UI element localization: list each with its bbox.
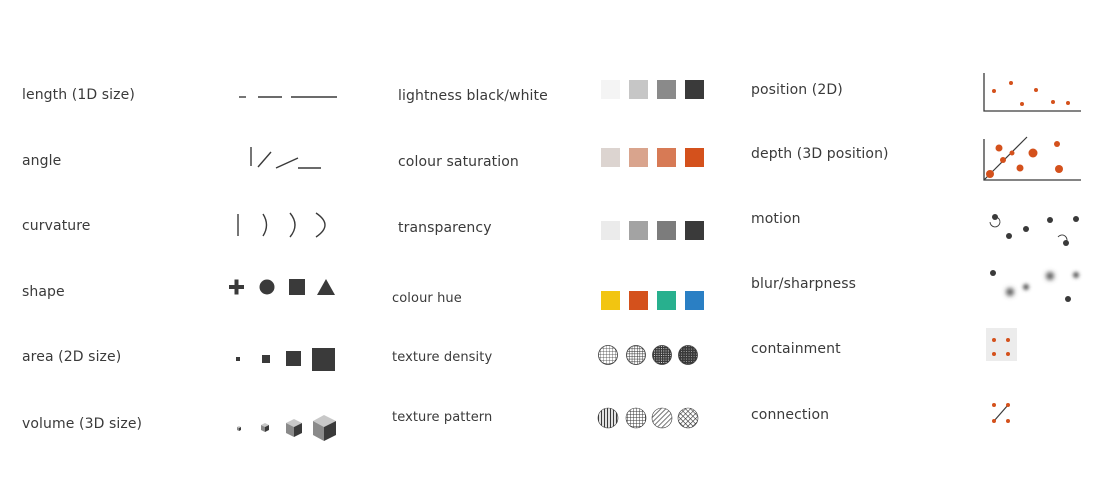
hue-swatch xyxy=(601,291,620,310)
saturation-swatch xyxy=(629,148,648,167)
texture-density-glyph xyxy=(598,345,698,365)
lightness-swatch xyxy=(601,80,620,99)
transparency-swatch xyxy=(629,221,648,240)
volume-glyph xyxy=(237,415,336,441)
connection-glyph xyxy=(992,403,1010,423)
blur-glyph xyxy=(990,270,1079,302)
hue-swatch xyxy=(685,291,704,310)
saturation-swatches xyxy=(601,148,704,167)
hue-swatch xyxy=(657,291,676,310)
motion-glyph xyxy=(989,214,1079,246)
lightness-swatch xyxy=(629,80,648,99)
hue-swatches xyxy=(601,291,704,310)
lightness-swatch xyxy=(657,80,676,99)
saturation-swatch xyxy=(601,148,620,167)
shape-glyph xyxy=(229,279,335,295)
visual-variables-figure xyxy=(229,73,1081,441)
position-2d-glyph xyxy=(983,73,1081,112)
transparency-swatch xyxy=(657,221,676,240)
transparency-swatches xyxy=(601,221,704,240)
lightness-swatches xyxy=(601,80,704,99)
curvature-glyph xyxy=(237,212,326,238)
lightness-swatch xyxy=(685,80,704,99)
area-glyph xyxy=(236,348,335,371)
containment-glyph xyxy=(986,328,1017,361)
transparency-swatch xyxy=(685,221,704,240)
angle-glyph xyxy=(250,147,321,169)
saturation-swatch xyxy=(657,148,676,167)
saturation-swatch xyxy=(685,148,704,167)
depth-3d-glyph xyxy=(983,136,1081,181)
transparency-swatch xyxy=(601,221,620,240)
hue-swatch xyxy=(629,291,648,310)
texture-pattern-glyph xyxy=(597,407,699,429)
